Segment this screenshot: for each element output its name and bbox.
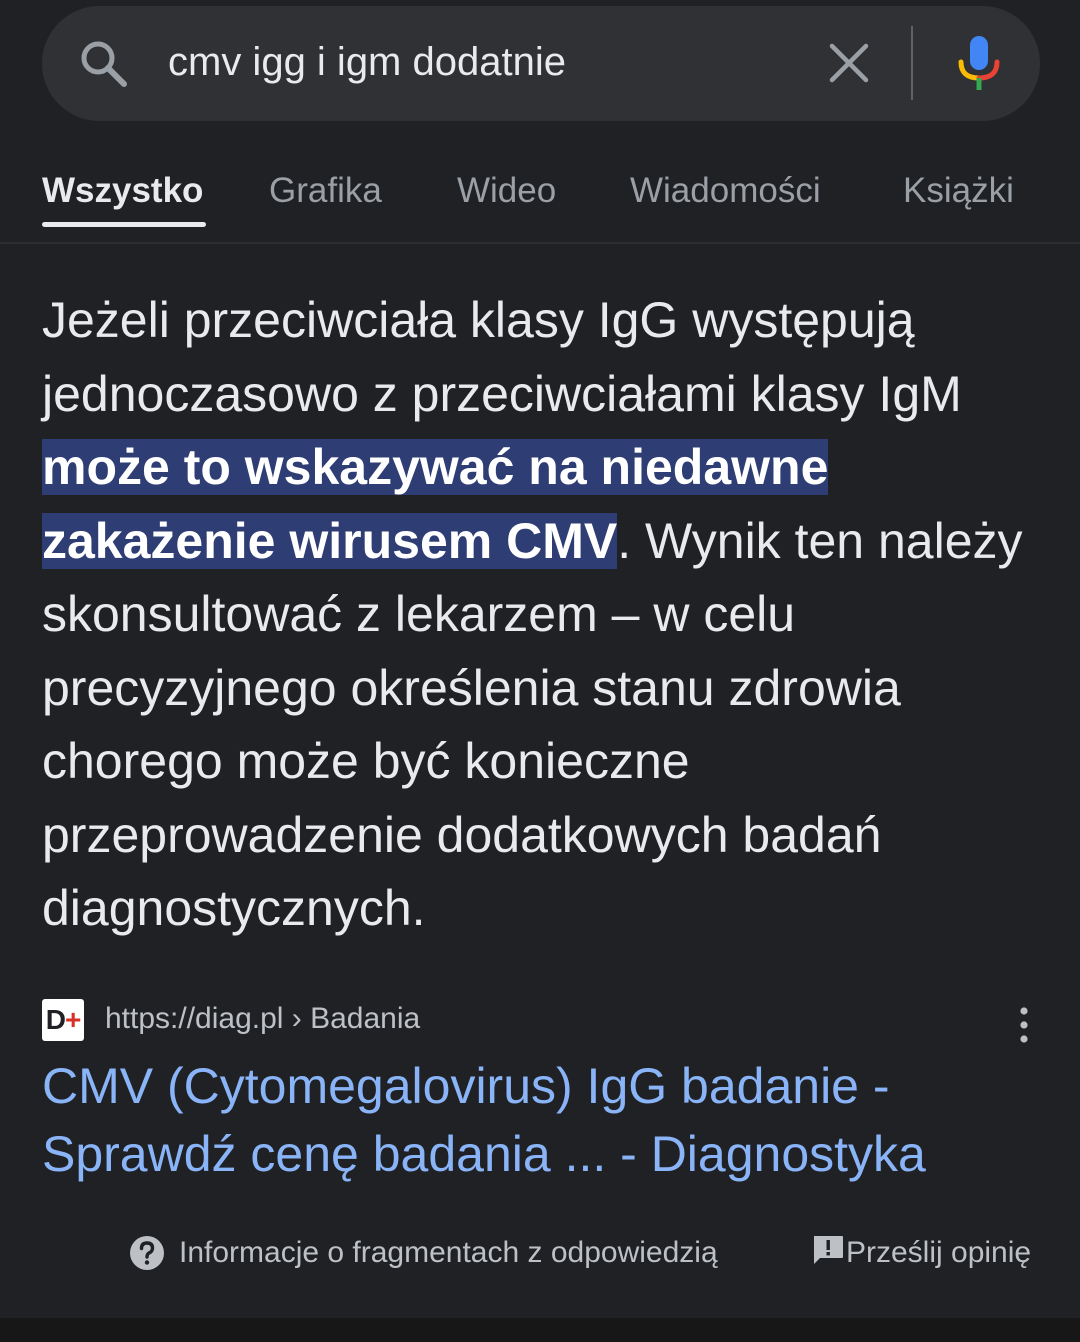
search-bar[interactable]: cmv igg i igm dodatnie xyxy=(42,6,1040,121)
search-input[interactable]: cmv igg i igm dodatnie xyxy=(168,38,566,86)
active-tab-indicator xyxy=(42,222,206,227)
clear-icon[interactable] xyxy=(826,40,872,86)
more-options-icon[interactable] xyxy=(1016,1007,1032,1043)
tabs-divider xyxy=(0,242,1080,244)
feedback-icon[interactable] xyxy=(811,1234,845,1268)
tab-books[interactable]: Książki xyxy=(903,170,1014,212)
tab-news[interactable]: Wiadomości xyxy=(630,170,821,212)
favicon-plus: + xyxy=(64,1004,81,1035)
snippet-text-before: Jeżeli przeciwciała klasy IgG występują … xyxy=(42,292,962,422)
snippet-text-after: . Wynik ten należy skonsultować z lekarz… xyxy=(42,512,1023,937)
tab-video[interactable]: Wideo xyxy=(457,170,556,212)
send-feedback-link[interactable]: Prześlij opinię xyxy=(846,1234,1031,1272)
tab-images[interactable]: Grafika xyxy=(269,170,382,212)
search-tabs: Wszystko Grafika Wideo Wiadomości Książk… xyxy=(0,160,1080,244)
snippet-info-link[interactable]: Informacje o fragmentach z odpowiedzią xyxy=(179,1234,718,1272)
source-url[interactable]: https://diag.pl › Badania xyxy=(105,1000,420,1038)
microphone-icon[interactable] xyxy=(954,34,1004,94)
help-icon[interactable] xyxy=(129,1235,165,1271)
site-favicon[interactable]: D+ xyxy=(42,999,84,1041)
search-divider xyxy=(911,26,913,100)
search-icon[interactable] xyxy=(78,38,130,90)
result-title-link[interactable]: CMV (Cytomegalovirus) IgG badanie - Spra… xyxy=(42,1052,1052,1188)
favicon-letter: D xyxy=(45,1004,66,1035)
tab-all[interactable]: Wszystko xyxy=(42,170,203,212)
bottom-separator xyxy=(0,1318,1080,1342)
featured-snippet: Jeżeli przeciwciała klasy IgG występują … xyxy=(42,284,1052,946)
